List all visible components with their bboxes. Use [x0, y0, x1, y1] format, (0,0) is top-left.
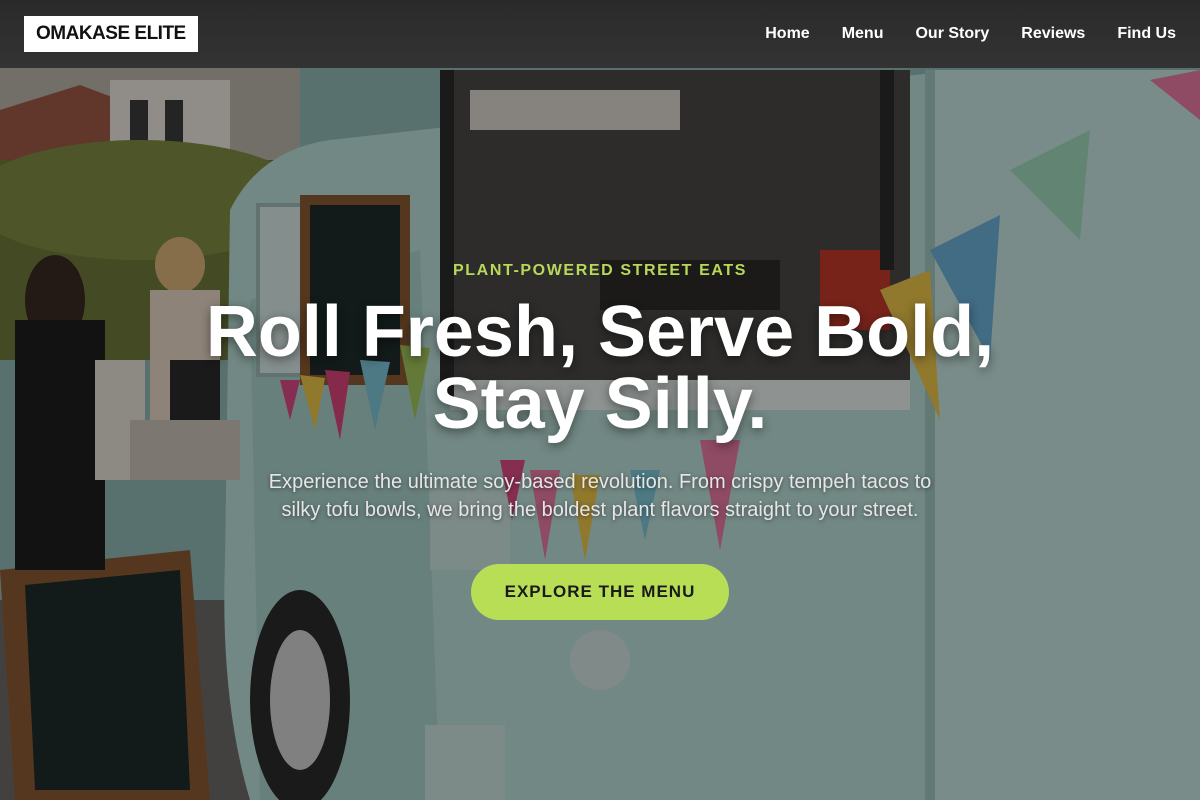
- nav-link-home[interactable]: Home: [765, 25, 809, 43]
- hero-eyebrow: PLANT-POWERED STREET EATS: [453, 262, 747, 279]
- nav-link-menu[interactable]: Menu: [842, 25, 884, 43]
- hero-subtitle: Experience the ultimate soy-based revolu…: [268, 471, 932, 521]
- explore-menu-button[interactable]: EXPLORE THE MENU: [471, 564, 729, 620]
- hero-title: Roll Fresh, Serve Bold, Stay Silly.: [205, 292, 995, 444]
- nav-link-reviews[interactable]: Reviews: [1021, 25, 1085, 43]
- brand-logo[interactable]: OMAKASE ELITE: [24, 16, 198, 52]
- nav-link-find-us[interactable]: Find Us: [1117, 25, 1176, 43]
- main-nav: Home Menu Our Story Reviews Find Us: [765, 25, 1176, 43]
- landing-page: OMAKASE ELITE Home Menu Our Story Review…: [0, 0, 1200, 800]
- nav-link-our-story[interactable]: Our Story: [915, 25, 989, 43]
- site-header: OMAKASE ELITE Home Menu Our Story Review…: [0, 0, 1200, 68]
- hero-section: PLANT-POWERED STREET EATS Roll Fresh, Se…: [0, 68, 1200, 800]
